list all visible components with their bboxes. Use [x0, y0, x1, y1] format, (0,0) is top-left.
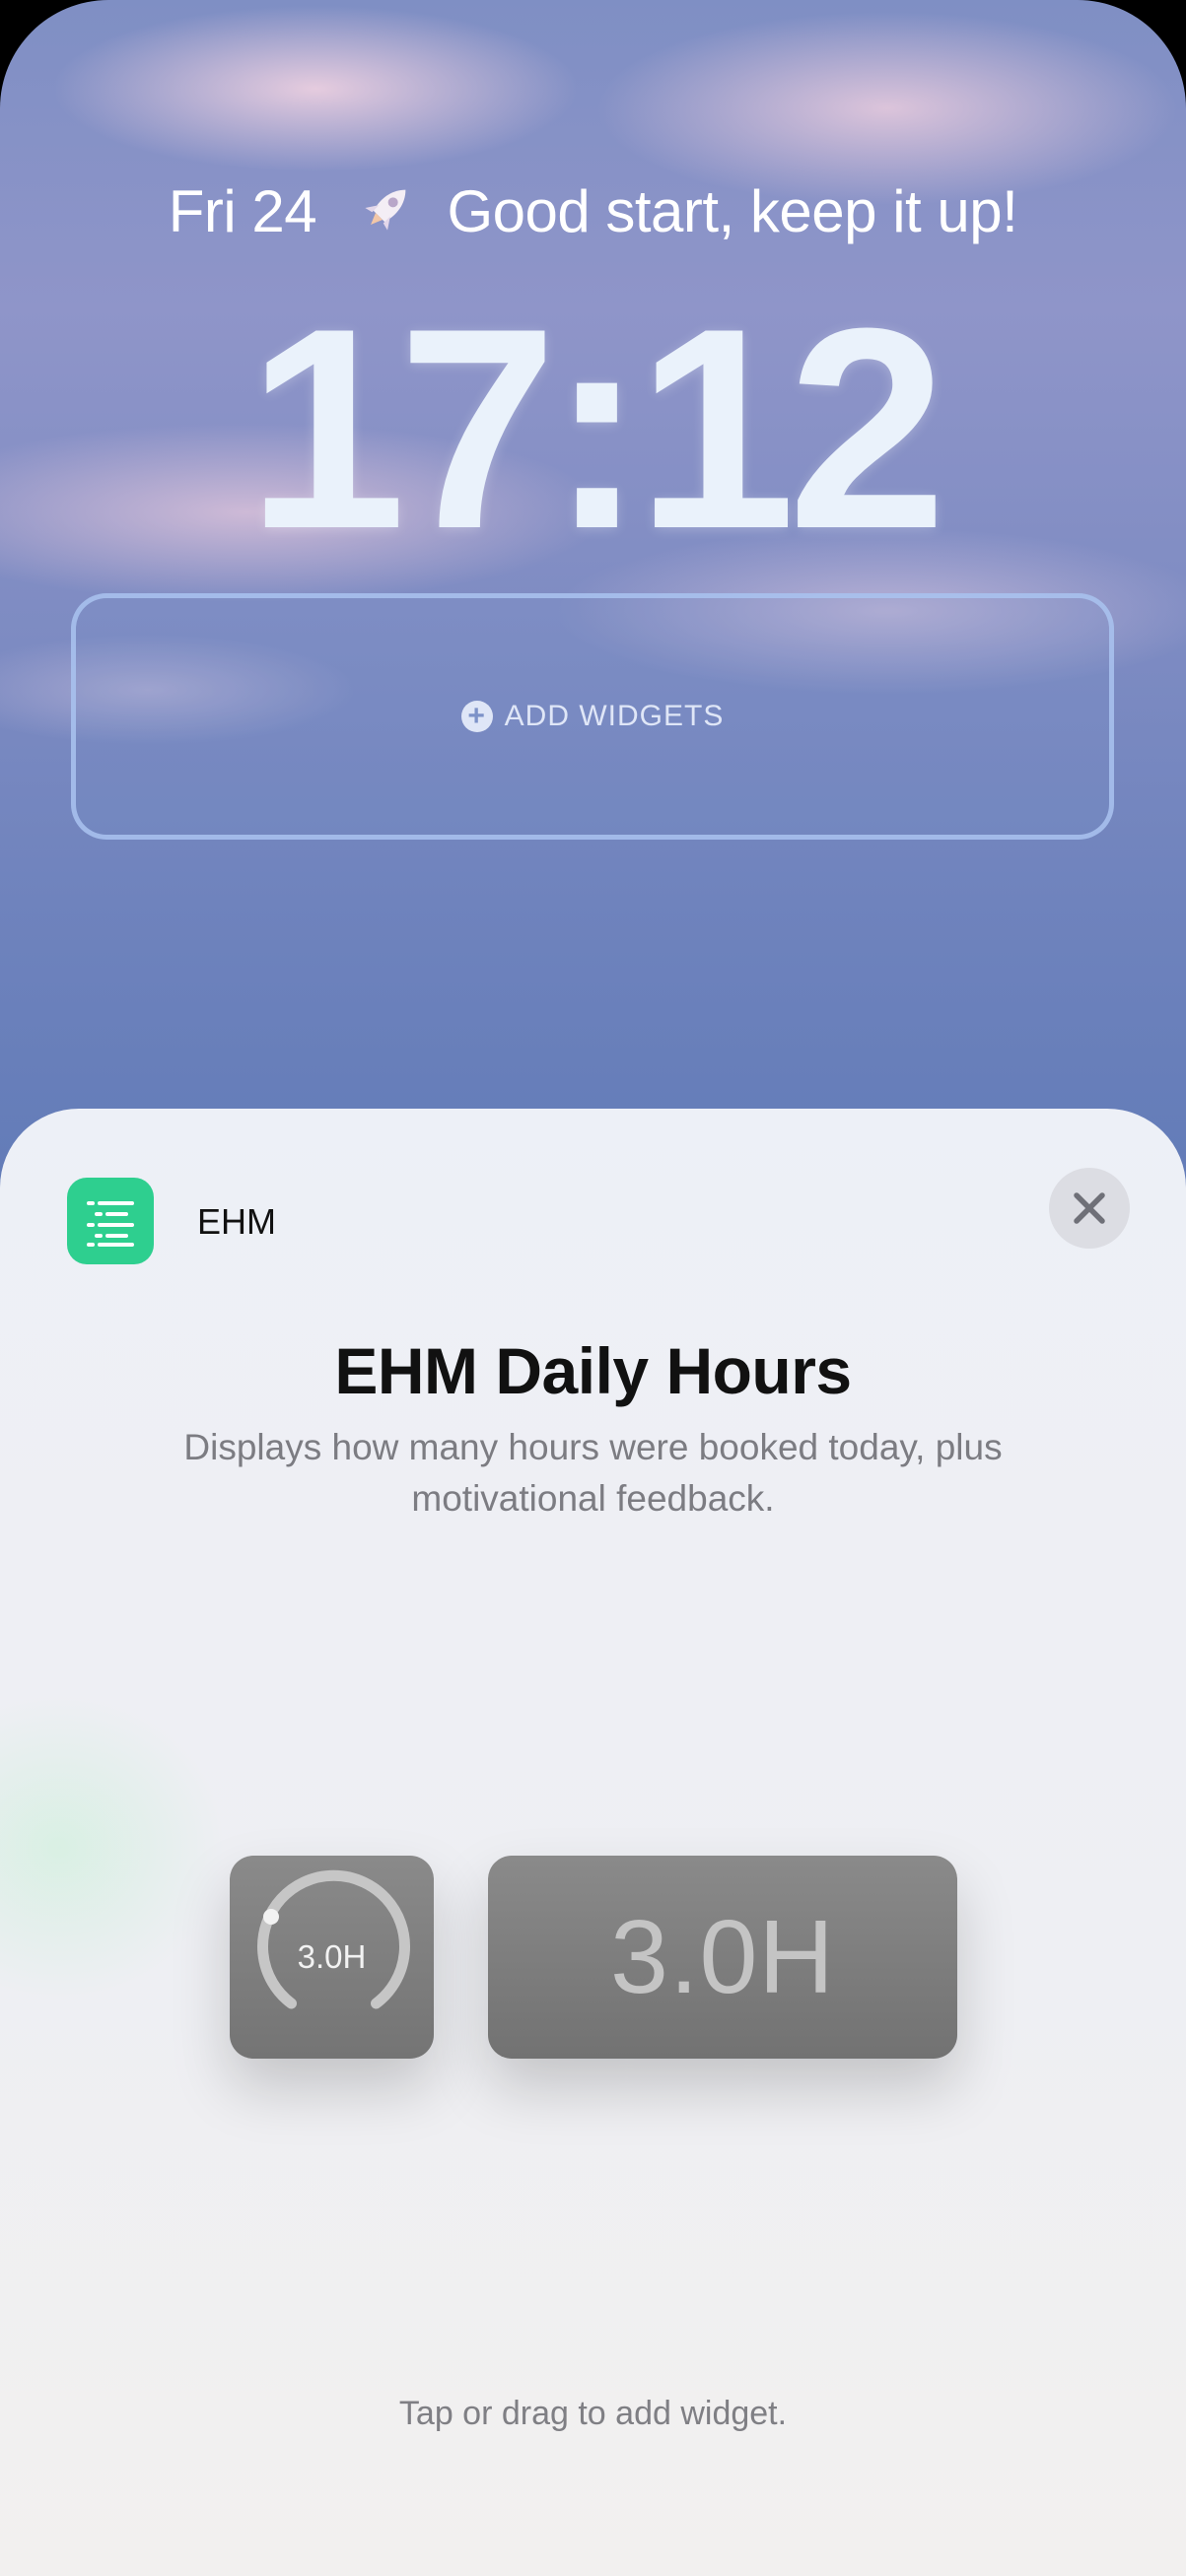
app-name: EHM	[197, 1201, 276, 1242]
add-widgets-button[interactable]: + ADD WIDGETS	[71, 593, 1114, 840]
plus-circle-icon: +	[460, 701, 493, 732]
rocket-icon	[358, 178, 417, 251]
lock-screen-message: Good start, keep it up!	[447, 178, 1018, 244]
widget-description: Displays how many hours were booked toda…	[183, 1427, 1003, 1519]
add-widgets-label: ADD WIDGETS	[504, 700, 725, 732]
widget-picker-sheet: EHM EHM Daily Hours Displays how many ho…	[0, 1109, 1186, 2576]
rectangular-widget-preview[interactable]: 3.0H	[488, 1856, 957, 2059]
list-icon	[87, 1201, 134, 1247]
close-icon	[1074, 1192, 1105, 1224]
lock-screen: Fri 24 Good start, keep it up! 17:12 + A…	[0, 0, 1186, 2576]
lock-screen-clock: 17:12	[246, 269, 947, 588]
rectangular-widget-value: 3.0H	[610, 1898, 835, 2015]
widget-title: EHM Daily Hours	[334, 1334, 852, 1407]
close-button[interactable]	[1049, 1168, 1130, 1249]
app-icon	[67, 1178, 154, 1264]
circular-widget-value: 3.0H	[297, 1938, 367, 1975]
add-widget-hint: Tap or drag to add widget.	[398, 2395, 788, 2432]
circular-widget-preview[interactable]: 3.0H	[230, 1856, 434, 2059]
lock-screen-date: Fri 24	[168, 178, 317, 244]
lock-screen-status: Fri 24 Good start, keep it up!	[0, 177, 1186, 251]
